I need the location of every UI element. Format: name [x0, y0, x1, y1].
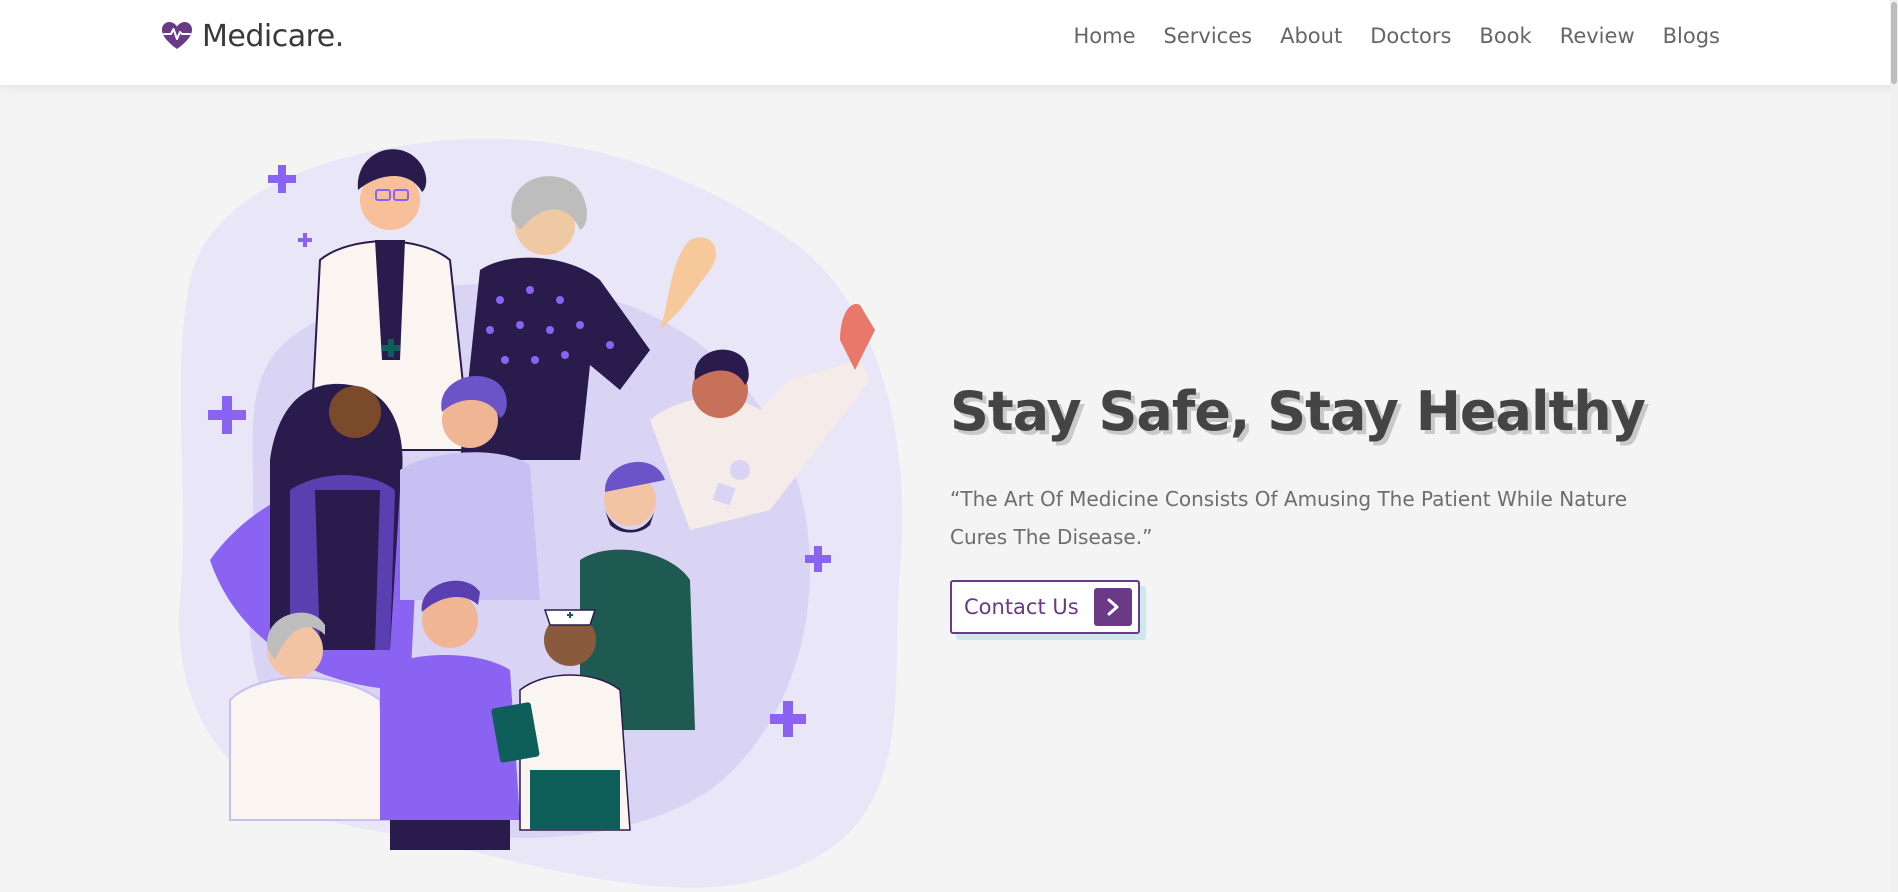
scrollbar-thumb[interactable]	[1891, 2, 1897, 84]
brand-name: Medicare.	[202, 18, 344, 54]
contact-us-label: Contact Us	[964, 595, 1079, 619]
contact-us-button[interactable]: Contact Us	[950, 580, 1140, 634]
nav-home[interactable]: Home	[1074, 22, 1136, 50]
chevron-right-icon	[1094, 588, 1132, 626]
nav-book[interactable]: Book	[1479, 22, 1531, 50]
page-scrollbar[interactable]	[1890, 0, 1898, 892]
hero-title: Stay Safe, Stay Healthy	[950, 380, 1646, 443]
nav-about[interactable]: About	[1280, 22, 1342, 50]
hero-quote: “The Art Of Medicine Consists Of Amusing…	[950, 487, 1628, 549]
nav-doctors[interactable]: Doctors	[1370, 22, 1451, 50]
nav-services[interactable]: Services	[1164, 22, 1253, 50]
site-header: Medicare. Home Services About Doctors Bo…	[0, 0, 1898, 85]
nav-blogs[interactable]: Blogs	[1663, 22, 1720, 50]
group-of-people-illustration	[179, 138, 903, 888]
woman-figure	[270, 383, 403, 650]
heart-pulse-icon	[162, 22, 192, 49]
main-nav: Home Services About Doctors Book Review …	[1046, 22, 1720, 50]
brand-logo[interactable]: Medicare.	[160, 16, 344, 56]
nav-review[interactable]: Review	[1560, 22, 1635, 50]
